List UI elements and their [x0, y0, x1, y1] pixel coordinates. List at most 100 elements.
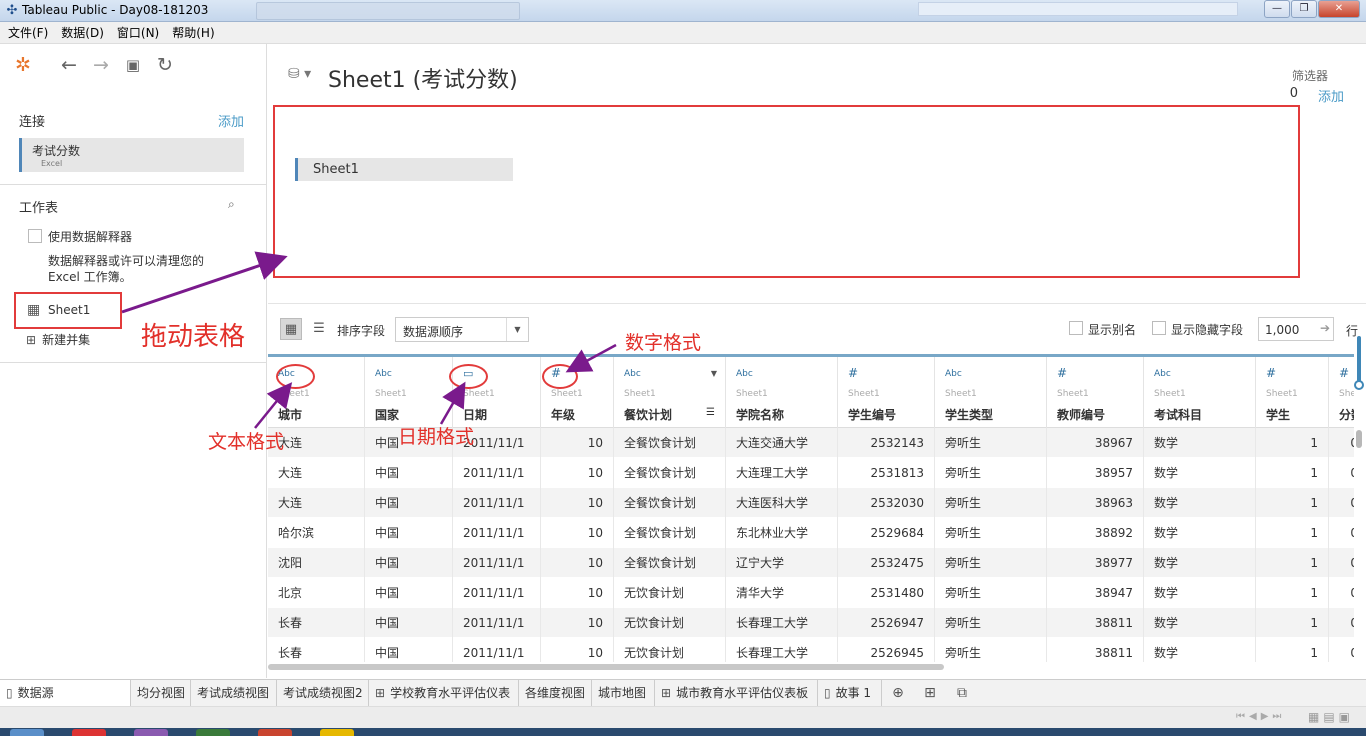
table-row: 大连 中国 2011/11/1 10 全餐饮食计划 大连理工大学 2531813 旁听生 389… [268, 458, 1354, 488]
tab-sheet[interactable]: 考试成绩视图 [191, 680, 277, 706]
search-icon[interactable]: ⌕ [228, 197, 235, 212]
sheet-label: Sheet1 [48, 303, 91, 317]
column-header[interactable]: # Sheet1 教师编号 [1047, 357, 1144, 428]
column-slider-handle[interactable] [1354, 380, 1364, 390]
back-icon[interactable]: ← [58, 54, 80, 76]
text-type-icon[interactable]: Abc [736, 369, 753, 379]
taskbar-app-icon[interactable] [134, 729, 168, 736]
left-panel: ✲ ← → ▣ ↻ 连接 添加 考试分数 Excel 工作表 ⌕ 使用数据解释器… [0, 44, 267, 678]
table-cell: 大连交通大学 [726, 428, 838, 458]
taskbar-app-icon[interactable] [196, 729, 230, 736]
column-name: 餐饮计划 [624, 408, 673, 422]
canvas-table-sheet1[interactable]: Sheet1 [295, 158, 513, 181]
text-type-icon[interactable]: Abc [945, 369, 962, 379]
num-type-icon[interactable]: # [848, 366, 858, 380]
table-cell: 全餐饮食计划 [614, 548, 726, 578]
column-header[interactable]: Abc Sheet1 学生类型 [935, 357, 1047, 428]
interpreter-checkbox[interactable] [28, 229, 42, 243]
tab-sheet[interactable]: ⊞ 学校教育水平评估仪表 [369, 680, 519, 706]
tab-label: 学校教育水平评估仪表 [390, 686, 511, 700]
tab-sheet[interactable]: 考试成绩视图2 [277, 680, 369, 706]
tab-sheet[interactable]: ▯ 数据源 [0, 680, 131, 706]
annotation-drag-table: 拖动表格 [141, 322, 246, 352]
text-type-icon[interactable]: Abc [1154, 369, 1171, 379]
close-button[interactable]: ✕ [1318, 0, 1360, 18]
add-connection-link[interactable]: 添加 [218, 111, 244, 130]
menu-data[interactable]: 数据(D) [61, 24, 104, 41]
horizontal-scrollbar[interactable] [268, 664, 944, 670]
menu-file[interactable]: 文件(F) [8, 24, 48, 41]
taskbar-app-icon[interactable] [320, 729, 354, 736]
tab-sheet[interactable]: 各维度视图 [519, 680, 592, 706]
sheet-navigation-icons[interactable]: ⏮◀▶⏭ [1236, 711, 1285, 722]
column-header[interactable]: # Sheet1 分数 [1329, 357, 1354, 428]
column-source: Sheet1 [1266, 389, 1298, 399]
table-cell: 中国 [365, 638, 453, 662]
table-cell: 旁听生 [935, 638, 1047, 662]
new-dashboard-icon[interactable]: ⊞ [920, 683, 940, 703]
table-cell: 数学 [1144, 488, 1256, 518]
table-cell: 0 [1329, 428, 1354, 458]
column-header[interactable]: Abc Sheet1 学院名称 [726, 357, 838, 428]
connection-type: Excel [41, 159, 63, 168]
window-title: Tableau Public - Day08-181203 [22, 3, 209, 17]
arrow-right-icon[interactable]: ➔ [1320, 321, 1330, 335]
tab-sheet[interactable]: ⊞ 城市教育水平评估仪表板 [655, 680, 818, 706]
view-mode-icons[interactable]: ▦▤▣ [1308, 710, 1354, 724]
show-hidden-checkbox[interactable] [1152, 321, 1166, 335]
save-icon[interactable]: ▣ [122, 54, 144, 76]
database-icon[interactable]: ⛁ ▾ [288, 66, 311, 82]
column-slider[interactable] [1357, 336, 1361, 386]
list-view-icon[interactable]: ☰ [308, 318, 330, 340]
table-cell: 北京 [268, 578, 365, 608]
refresh-icon[interactable]: ↻ [154, 54, 176, 76]
new-union-button[interactable]: ⊞ 新建并集 [26, 331, 90, 348]
status-bar: ⏮◀▶⏭ ▦▤▣ [0, 706, 1366, 728]
restore-button[interactable]: ❐ [1291, 0, 1317, 18]
num-type-icon[interactable]: # [1339, 366, 1349, 380]
chevron-down-icon[interactable]: ▼ [711, 369, 717, 378]
text-type-icon[interactable]: Abc [624, 369, 641, 379]
column-source: Sheet1 [551, 389, 583, 399]
new-story-icon[interactable]: ⧉ [952, 683, 972, 703]
taskbar-app-icon[interactable] [258, 729, 292, 736]
tab-sheet[interactable]: ▯ 故事 1 [818, 680, 882, 706]
menu-help[interactable]: 帮助(H) [172, 24, 214, 41]
taskbar-start-icon[interactable] [10, 729, 44, 736]
connection-item[interactable]: 考试分数 Excel [19, 138, 244, 172]
tab-sheet[interactable]: 均分视图 [131, 680, 191, 706]
datasource-title[interactable]: Sheet1 (考试分数) [328, 62, 518, 94]
show-alias-label: 显示别名 [1088, 323, 1137, 337]
rows-input[interactable]: 1,000 ➔ [1258, 317, 1334, 341]
table-cell: 数学 [1144, 458, 1256, 488]
sort-icon[interactable]: ☰ [706, 407, 715, 418]
forward-icon[interactable]: → [90, 54, 112, 76]
sheet-item-sheet1[interactable]: ▦ Sheet1 [14, 292, 122, 329]
tab-sheet[interactable]: 城市地图 [592, 680, 655, 706]
table-cell: 38977 [1047, 548, 1144, 578]
table-cell: 1 [1256, 458, 1329, 488]
table-cell: 0 [1329, 458, 1354, 488]
table-cell: 长春 [268, 638, 365, 662]
text-type-icon[interactable]: Abc [375, 369, 392, 379]
new-worksheet-icon[interactable]: ⊕ [888, 683, 908, 703]
table-cell: 1 [1256, 548, 1329, 578]
join-canvas[interactable]: Sheet1 [273, 105, 1300, 278]
tableau-home-icon[interactable]: ✲ [12, 54, 34, 76]
table-cell: 大连理工大学 [726, 458, 838, 488]
column-header[interactable]: Abc Sheet1 考试科目 [1144, 357, 1256, 428]
show-alias-checkbox[interactable] [1069, 321, 1083, 335]
column-header[interactable]: Abc Sheet1 国家 [365, 357, 453, 428]
add-filter-link[interactable]: 添加 [1318, 86, 1344, 105]
sort-field-select[interactable]: 数据源顺序 ▼ [395, 317, 529, 342]
num-type-icon[interactable]: # [1057, 366, 1067, 380]
taskbar-app-icon[interactable] [72, 729, 106, 736]
menu-window[interactable]: 窗口(N) [117, 24, 159, 41]
column-header[interactable]: # Sheet1 学生编号 [838, 357, 935, 428]
column-header[interactable]: Abc Sheet1 餐饮计划 ▼ ☰ [614, 357, 726, 428]
column-header[interactable]: # Sheet1 学生 [1256, 357, 1329, 428]
num-type-icon[interactable]: # [1266, 366, 1276, 380]
minimize-button[interactable]: — [1264, 0, 1290, 18]
vertical-scrollbar[interactable] [1356, 430, 1362, 448]
grid-view-icon[interactable]: ▦ [280, 318, 302, 340]
